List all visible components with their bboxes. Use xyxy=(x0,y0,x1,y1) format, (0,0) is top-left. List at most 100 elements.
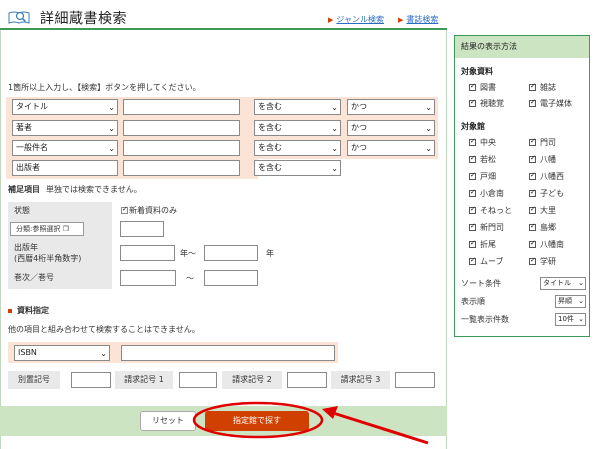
match-select[interactable]: を含む ⌄ xyxy=(254,140,341,156)
isbn-row: ISBN ⌄ xyxy=(8,342,338,363)
library-checkbox[interactable] xyxy=(529,188,536,197)
library-name: 折尾 xyxy=(480,240,496,249)
volume-from-input[interactable] xyxy=(120,270,176,286)
separate-code-input[interactable] xyxy=(71,372,111,388)
reset-button[interactable]: リセット xyxy=(140,411,196,431)
call-number-1-input[interactable] xyxy=(179,372,217,388)
operator-select[interactable]: かつ ⌄ xyxy=(347,140,435,156)
library-checkbox[interactable] xyxy=(529,205,536,214)
library-checkbox[interactable] xyxy=(469,188,476,197)
criteria-row: タイトル ⌄ を含む ⌄ かつ ⌄ xyxy=(6,97,438,118)
library-checkbox[interactable] xyxy=(469,222,476,231)
match-select[interactable]: を含む ⌄ xyxy=(254,160,341,176)
operator-select[interactable]: かつ ⌄ xyxy=(347,120,435,136)
sort-select[interactable]: タイトル ⌄ xyxy=(540,277,586,290)
isbn-input[interactable] xyxy=(121,345,335,361)
chevron-down-icon: ⌄ xyxy=(578,297,584,305)
call-number-1-label: 請求記号 1 xyxy=(115,371,173,389)
keyword-input[interactable] xyxy=(123,140,240,156)
material-checkbox[interactable] xyxy=(529,98,536,107)
holdings-search-link[interactable]: ▶ 書誌検索 xyxy=(398,14,438,25)
library-name: 若松 xyxy=(480,155,496,164)
library-checkbox[interactable] xyxy=(469,239,476,248)
status-label: 状態 xyxy=(8,202,112,219)
library-checkbox[interactable] xyxy=(469,171,476,180)
criteria-row: 出版者 を含む ⌄ xyxy=(6,158,438,179)
library-checkbox[interactable] xyxy=(529,137,536,146)
material-checkbox[interactable] xyxy=(469,98,476,107)
library-checkbox[interactable] xyxy=(529,256,536,265)
library-name: 学研 xyxy=(540,257,556,266)
search-selected-library-button[interactable]: 指定館で探す xyxy=(205,411,309,431)
new-only-checkbox[interactable] xyxy=(121,205,128,214)
library-name: 子ども xyxy=(540,189,564,198)
chevron-down-icon: ⌄ xyxy=(331,124,338,133)
volume-to-input[interactable] xyxy=(204,270,258,286)
id-type-select[interactable]: ISBN ⌄ xyxy=(14,345,110,361)
result-options-title: 結果の表示方法 xyxy=(455,36,589,58)
chevron-down-icon: ⌄ xyxy=(331,103,338,112)
keyword-input[interactable] xyxy=(123,160,240,176)
library-checkbox[interactable] xyxy=(529,154,536,163)
year-to-input[interactable] xyxy=(204,245,258,261)
keyword-input[interactable] xyxy=(123,120,240,136)
year-from-input[interactable] xyxy=(120,245,175,261)
pub-year-cell: 年〜 年 xyxy=(112,239,340,267)
page-title: 詳細蔵書検索 xyxy=(40,11,127,27)
operator-select[interactable]: かつ ⌄ xyxy=(347,99,435,115)
volume-label: 巻次／巻号 xyxy=(8,267,112,289)
chevron-down-icon: ⌄ xyxy=(578,315,584,323)
genre-search-link[interactable]: ▶ ジャンル検索 xyxy=(328,14,384,25)
library-checkbox[interactable] xyxy=(469,205,476,214)
page-header: 詳細蔵書検索 ▶ ジャンル検索 ▶ 書誌検索 xyxy=(0,0,447,30)
count-label: 一覧表示件数 xyxy=(461,315,509,324)
library-name: 中央 xyxy=(480,138,496,147)
material-heading: 資料指定 xyxy=(8,305,49,316)
material-type-label: 対象資料 xyxy=(461,67,493,76)
library-checkbox[interactable] xyxy=(469,137,476,146)
library-name: 八幡 xyxy=(540,155,556,164)
library-checkbox[interactable] xyxy=(469,256,476,265)
field-select[interactable]: 出版者 xyxy=(12,160,118,176)
library-name: 小倉南 xyxy=(480,189,504,198)
order-select[interactable]: 昇順 ⌄ xyxy=(555,295,586,308)
separate-code-label: 別置記号 xyxy=(8,371,60,389)
library-name: ムーブ xyxy=(480,257,504,266)
category-select-button[interactable]: 分類:参照選択 ❐ xyxy=(10,222,84,236)
library-checkbox[interactable] xyxy=(529,239,536,248)
arrow-icon: ▶ xyxy=(398,16,404,24)
library-name: そねっと xyxy=(480,206,512,215)
chevron-down-icon: ⌄ xyxy=(425,144,432,153)
library-name: 新門司 xyxy=(480,223,504,232)
keyword-input[interactable] xyxy=(123,99,240,115)
match-select[interactable]: を含む ⌄ xyxy=(254,99,341,115)
sort-label: ソート条件 xyxy=(461,279,501,288)
result-options-panel: 結果の表示方法 対象資料 図書 雑誌 視聴覚 電子媒体 対象館 中央 門司 若松… xyxy=(454,35,590,337)
year-to-suffix: 年 xyxy=(266,249,274,258)
call-number-2-input[interactable] xyxy=(287,372,327,388)
library-checkbox[interactable] xyxy=(469,154,476,163)
call-number-3-input[interactable] xyxy=(395,372,435,388)
chevron-down-icon: ⌄ xyxy=(108,103,115,112)
material-checkbox[interactable] xyxy=(469,82,476,91)
volume-cell: 〜 xyxy=(112,267,340,289)
material-label: 雑誌 xyxy=(540,83,556,92)
new-only-label: 新着資料のみ xyxy=(129,206,177,215)
call-number-3-label: 請求記号 3 xyxy=(331,371,390,389)
material-checkbox[interactable] xyxy=(529,82,536,91)
match-select[interactable]: を含む ⌄ xyxy=(254,120,341,136)
call-number-2-label: 請求記号 2 xyxy=(222,371,282,389)
count-select[interactable]: 10件 ⌄ xyxy=(555,313,586,326)
library-name: 戸畑 xyxy=(480,172,496,181)
category-input[interactable] xyxy=(120,221,164,237)
order-label: 表示順 xyxy=(461,297,485,306)
chevron-down-icon: ⌄ xyxy=(108,124,115,133)
field-select[interactable]: 著者 ⌄ xyxy=(12,120,118,136)
material-label: 視聴覚 xyxy=(480,99,504,108)
field-select[interactable]: 一般件名 ⌄ xyxy=(12,140,118,156)
library-checkbox[interactable] xyxy=(529,171,536,180)
chevron-down-icon: ⌄ xyxy=(425,124,432,133)
field-select[interactable]: タイトル ⌄ xyxy=(12,99,118,115)
library-name: 大里 xyxy=(540,206,556,215)
library-checkbox[interactable] xyxy=(529,222,536,231)
